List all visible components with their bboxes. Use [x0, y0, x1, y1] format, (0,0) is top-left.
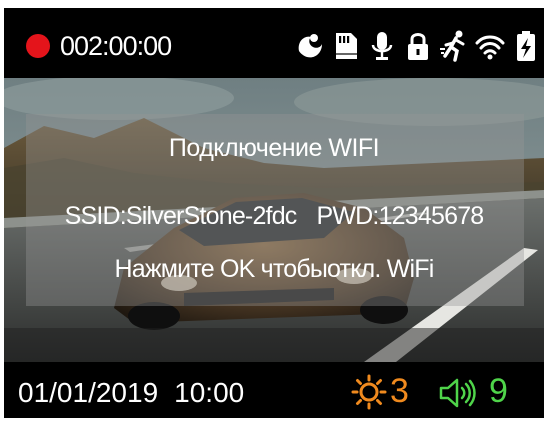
- wifi-ssid: SSID:SilverStone-2fdc: [64, 202, 298, 230]
- date-text: 01/01/2019: [18, 377, 159, 408]
- wifi-icon: [475, 35, 505, 60]
- volume-icon: [439, 378, 476, 408]
- bottom-bar: 01/01/2019 10:00 3 9: [4, 362, 544, 418]
- brightness-icon: [351, 374, 387, 410]
- battery-charging-icon: [517, 31, 535, 61]
- status-bar: 002:00:00: [4, 8, 544, 78]
- wifi-dialog-hint: Нажмите OK чтобыоткл. WiFi: [114, 255, 435, 283]
- recording-timer: 002:00:00: [60, 31, 172, 61]
- date-time: 01/01/2019 10:00: [18, 376, 244, 410]
- record-indicator-icon: [26, 34, 50, 58]
- time-text: 10:00: [174, 377, 245, 408]
- parking-mode-icon: [298, 34, 322, 58]
- sd-card-icon: [336, 33, 357, 59]
- status-icons: [295, 26, 541, 66]
- brightness-value: 3: [390, 372, 409, 410]
- wifi-credentials: SSID:SilverStone-2fdc PWD:12345678: [4, 201, 544, 231]
- wifi-dialog-title: Подключение WIFI: [168, 134, 380, 162]
- wifi-password: PWD:12345678: [316, 202, 485, 230]
- dashcam-screen: 002:00:00 Подключение WIFI SSID:SilverSt…: [4, 8, 544, 418]
- motion-detection-icon: [440, 30, 465, 62]
- volume-value: 9: [489, 372, 508, 410]
- microphone-icon: [371, 32, 393, 60]
- lock-icon: [408, 33, 428, 60]
